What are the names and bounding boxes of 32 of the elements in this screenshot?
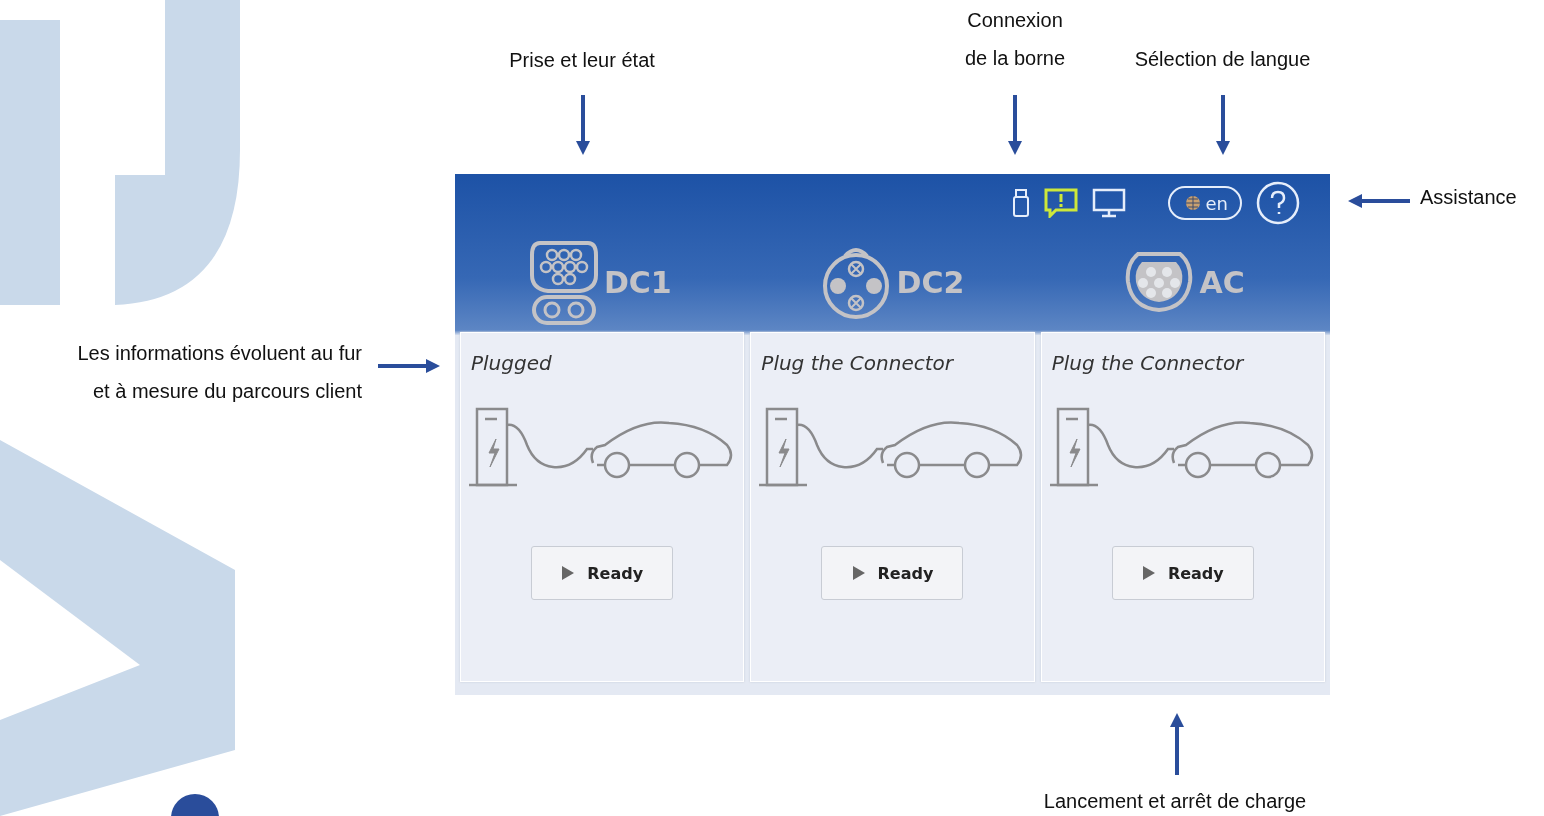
plug-icon (1123, 250, 1194, 314)
connector-status: Plugged (471, 351, 552, 375)
connector-name: DC1 (603, 264, 672, 300)
play-icon (851, 565, 866, 581)
alert-message-icon (1043, 188, 1078, 218)
ready-button[interactable]: Ready (821, 546, 964, 600)
annotation-text: Connexion de la borne (963, 8, 1067, 71)
play-icon (1141, 565, 1156, 581)
arrow (1007, 95, 1023, 155)
annotation-text: Les informations évoluent au fur et à mesure du parcours client (76, 341, 362, 404)
usb-stick-icon (1011, 189, 1030, 217)
arrow (1169, 713, 1185, 775)
connector-status: Plug the Connector (1051, 351, 1244, 375)
annotation-text: Sélection de langue (1133, 47, 1312, 72)
annotation-text: Assistance (1420, 185, 1518, 210)
arrow (1215, 95, 1231, 155)
arrow (1348, 193, 1410, 209)
annotation-text: Lancement et arrêt de charge (1042, 789, 1308, 814)
connector-name: DC2 (896, 264, 965, 300)
arrow (575, 95, 591, 155)
plug-icon (529, 239, 598, 325)
ready-button[interactable]: Ready (1111, 546, 1254, 600)
globe-icon (1183, 194, 1202, 212)
annotation-text: Prise et leur état (508, 48, 656, 73)
arrow (378, 358, 440, 374)
language-button[interactable]: en (1167, 186, 1242, 220)
ready-button[interactable]: Ready (531, 546, 674, 600)
monitor-icon (1091, 188, 1126, 218)
help-icon[interactable] (1256, 181, 1300, 225)
connector-name: AC (1199, 264, 1245, 300)
play-icon (561, 565, 576, 581)
connector-status: Plug the Connector (761, 351, 953, 375)
